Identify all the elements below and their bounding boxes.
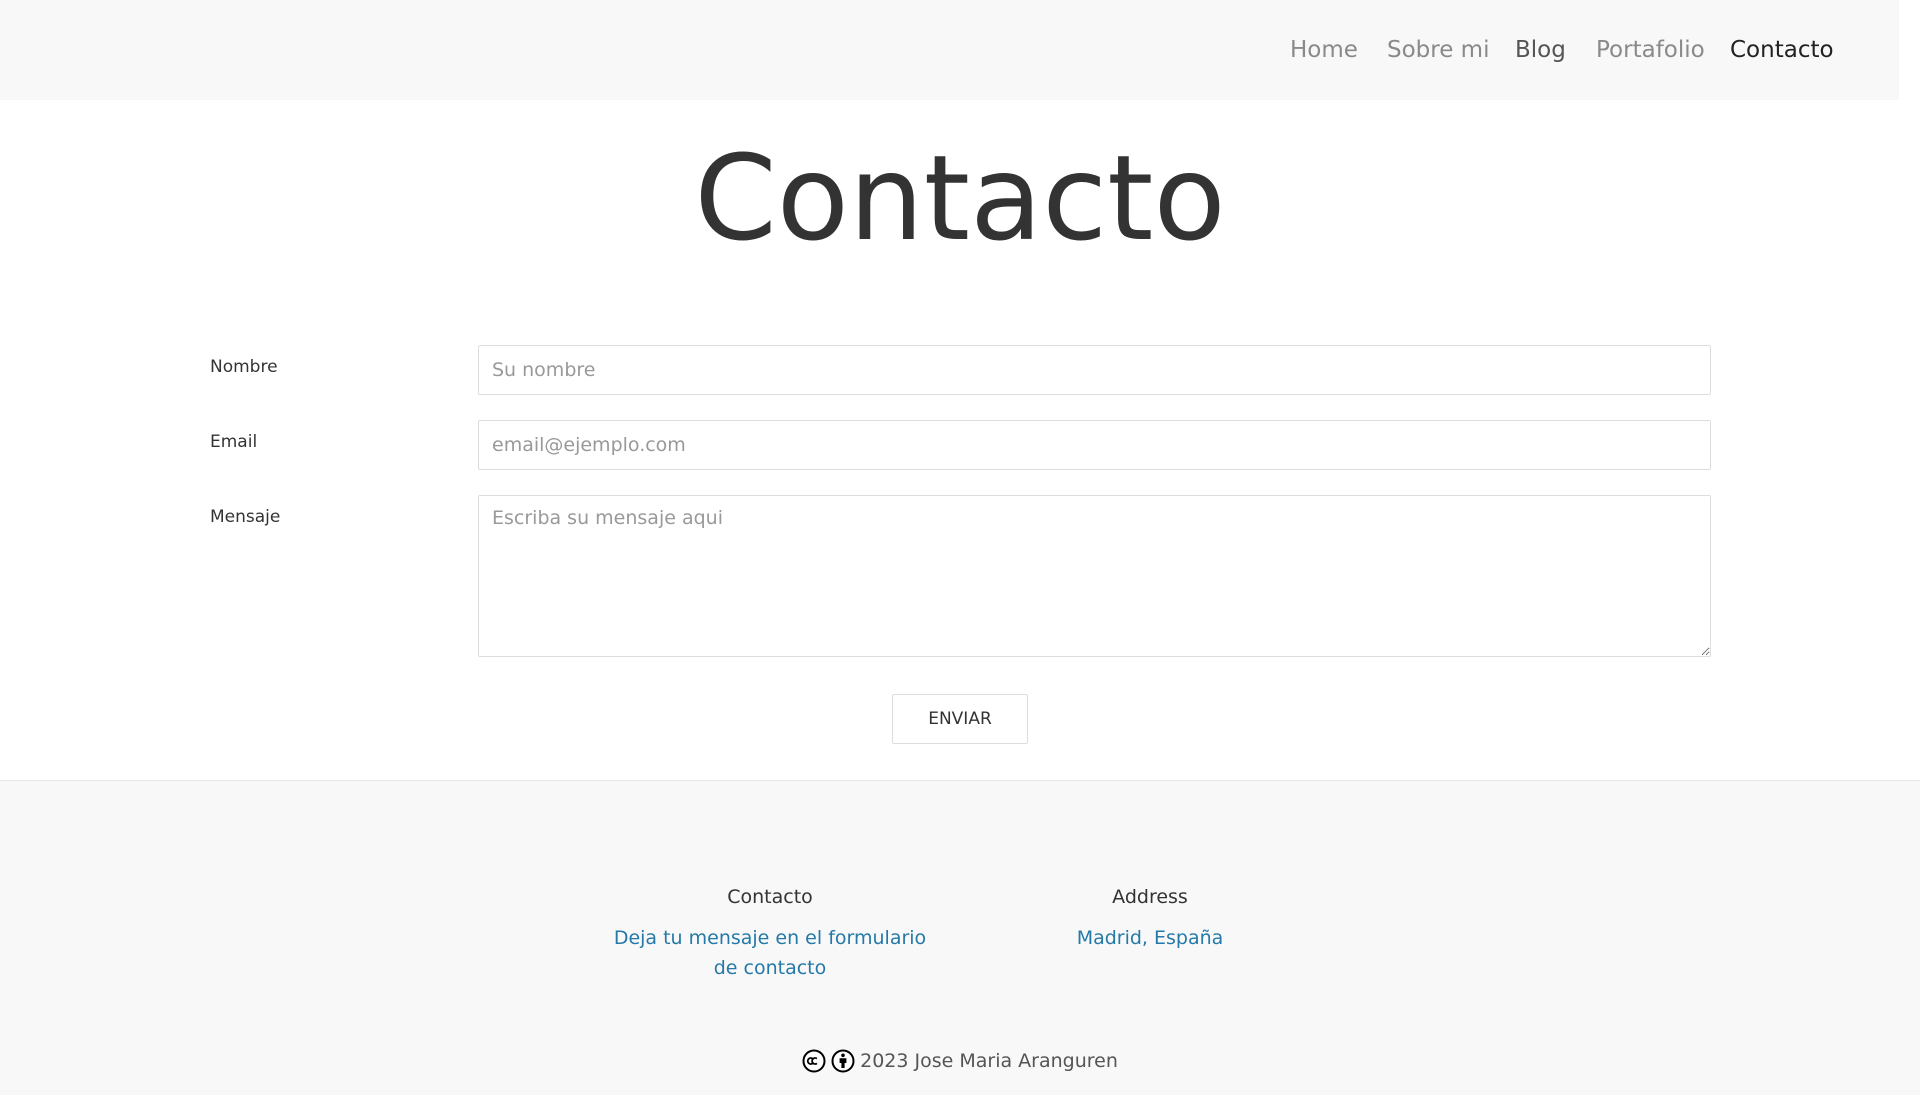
name-label: Nombre [210, 357, 278, 377]
nav-item-home[interactable]: Home [1290, 33, 1358, 67]
nav-item-portafolio[interactable]: Portafolio [1596, 33, 1705, 67]
nav-item-contacto[interactable]: Contacto [1730, 33, 1834, 67]
copyright-text: 2023 Jose Maria Aranguren [860, 1050, 1118, 1072]
footer-address-section: Address Madrid, España [1050, 883, 1250, 953]
attribution-icon [831, 1049, 855, 1073]
message-textarea[interactable] [478, 495, 1711, 657]
message-label: Mensaje [210, 507, 281, 527]
submit-button[interactable]: ENVIAR [892, 694, 1028, 744]
page-title: Contacto [694, 129, 1226, 267]
footer: Contacto Deja tu mensaje en el formulari… [0, 780, 1920, 1095]
navbar: Home Sobre mi Blog Portafolio Contacto [0, 0, 1899, 100]
nav-item-blog[interactable]: Blog [1515, 33, 1566, 67]
email-label: Email [210, 432, 258, 452]
copyright: 2023 Jose Maria Aranguren [0, 1047, 1920, 1075]
footer-address-heading: Address [1112, 886, 1188, 908]
creative-commons-icon [802, 1049, 826, 1073]
footer-contact-section: Contacto Deja tu mensaje en el formulari… [610, 883, 930, 983]
nav-item-sobre-mi[interactable]: Sobre mi [1387, 33, 1489, 67]
name-input[interactable] [478, 345, 1711, 395]
footer-contact-heading: Contacto [727, 886, 813, 908]
email-input[interactable] [478, 420, 1711, 470]
footer-address-link[interactable]: Madrid, España [1050, 923, 1250, 953]
footer-contact-link[interactable]: Deja tu mensaje en el formulario de cont… [610, 923, 930, 983]
